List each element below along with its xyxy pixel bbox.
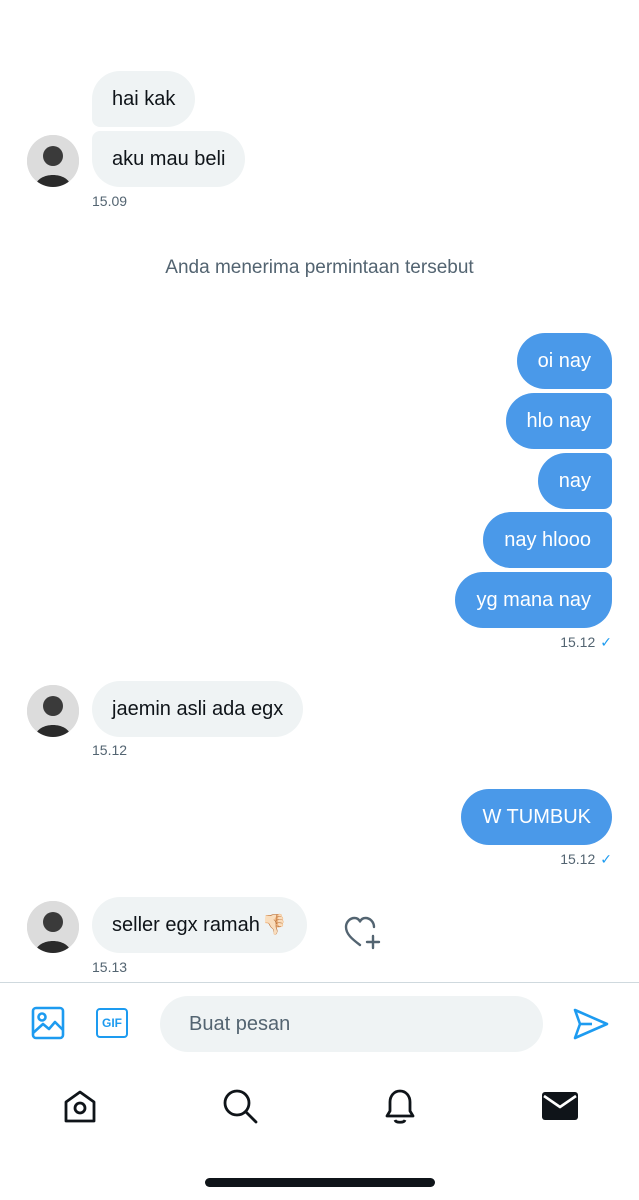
message-text: seller egx ramah: [112, 914, 260, 936]
heart-plus-icon[interactable]: [340, 912, 384, 952]
message-text: yg mana nay: [476, 589, 591, 611]
notifications-icon[interactable]: [378, 1084, 422, 1128]
message-text: aku mau beli: [112, 148, 226, 170]
message-bubble-incoming[interactable]: seller egx ramah 👎🏻: [92, 897, 307, 953]
system-notice: Anda menerima permintaan tersebut: [165, 257, 474, 278]
timestamp: 15.12 ✓: [560, 851, 612, 868]
thumbs-down-emoji: 👎🏻: [261, 914, 287, 936]
message-bubble-incoming[interactable]: aku mau beli: [92, 131, 246, 187]
avatar-image: [27, 685, 79, 737]
message-input[interactable]: [160, 996, 543, 1052]
timestamp-text: 15.12: [560, 634, 596, 650]
message-text: hai kak: [112, 88, 176, 110]
message-bubble-outgoing[interactable]: W TUMBUK: [461, 789, 612, 845]
read-check-icon: ✓: [600, 851, 612, 867]
timestamp: 15.09: [92, 193, 128, 209]
send-icon[interactable]: [570, 1003, 612, 1045]
timestamp: 15.12 ✓: [560, 634, 612, 651]
message-text: W TUMBUK: [482, 806, 591, 828]
message-bubble-outgoing[interactable]: nay: [537, 453, 612, 509]
home-icon[interactable]: [58, 1084, 102, 1128]
home-indicator[interactable]: [205, 1178, 435, 1187]
message-text: oi nay: [537, 350, 591, 372]
avatar[interactable]: [27, 135, 79, 187]
message-bubble-outgoing[interactable]: nay hlooo: [483, 512, 612, 568]
message-text: jaemin asli ada egx: [112, 698, 284, 720]
timestamp: 15.13: [92, 959, 128, 975]
composer-divider: [0, 982, 639, 983]
search-icon[interactable]: [218, 1084, 262, 1128]
gif-label: GIF: [102, 1016, 122, 1030]
timestamp-text: 15.12: [560, 851, 596, 867]
avatar-image: [27, 135, 79, 187]
message-bubble-outgoing[interactable]: oi nay: [516, 333, 612, 389]
avatar[interactable]: [27, 901, 79, 953]
timestamp: 15.12: [92, 742, 128, 758]
message-bubble-incoming[interactable]: jaemin asli ada egx: [92, 681, 304, 737]
image-icon[interactable]: [28, 1003, 68, 1043]
message-bubble-outgoing[interactable]: yg mana nay: [455, 572, 612, 628]
read-check-icon: ✓: [600, 634, 612, 650]
message-text: hlo nay: [526, 410, 592, 432]
gif-icon[interactable]: GIF: [92, 1003, 132, 1043]
avatar-image: [27, 901, 79, 953]
messages-icon[interactable]: [538, 1084, 582, 1128]
message-text: nay hlooo: [504, 529, 591, 551]
avatar[interactable]: [27, 685, 79, 737]
message-bubble-incoming[interactable]: hai kak: [92, 71, 196, 127]
message-bubble-outgoing[interactable]: hlo nay: [505, 393, 612, 449]
message-text: nay: [558, 470, 591, 492]
